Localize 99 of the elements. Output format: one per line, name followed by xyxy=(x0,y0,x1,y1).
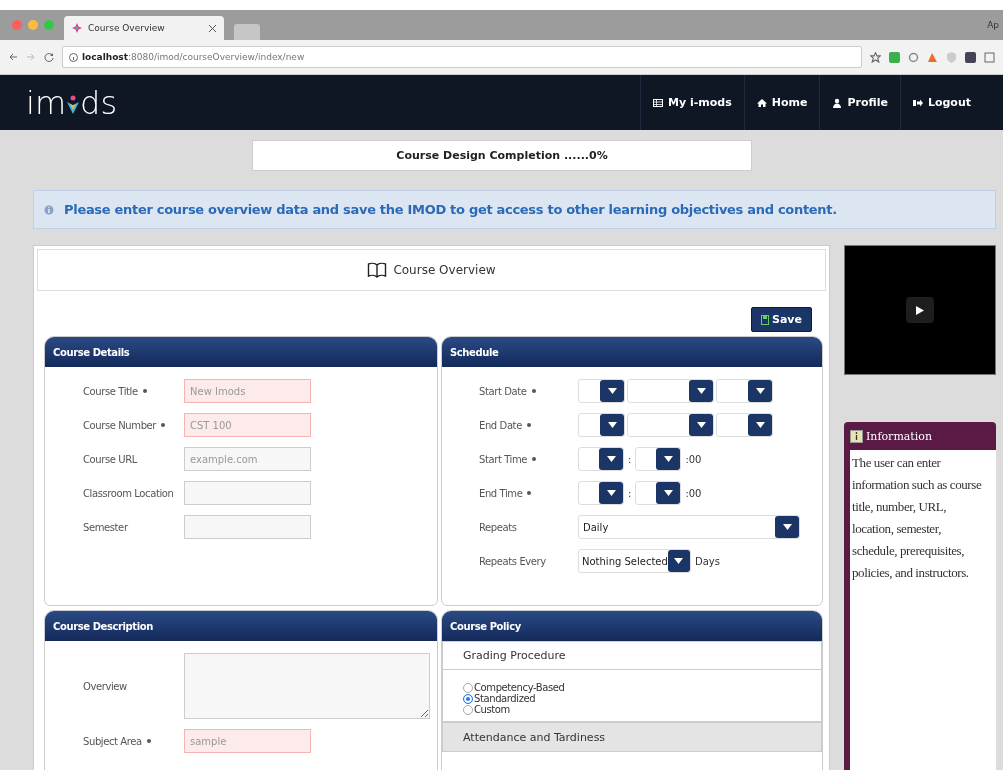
input-field[interactable]: sample xyxy=(184,729,311,753)
panel-title: Information xyxy=(866,429,933,443)
input-field[interactable]: New Imods xyxy=(184,379,311,403)
caret-icon xyxy=(606,456,616,462)
info-icon xyxy=(69,52,78,62)
required-mark-icon xyxy=(161,423,166,427)
select-field[interactable] xyxy=(578,481,624,505)
play-icon xyxy=(916,305,924,315)
accordion-header[interactable]: Attendance and Tardiness xyxy=(443,723,821,751)
field-label: Start Time xyxy=(479,453,578,465)
field-label: Start Date xyxy=(479,385,578,397)
select-field[interactable]: Daily xyxy=(578,515,800,539)
select-field[interactable]: Nothing Selected xyxy=(578,549,691,573)
field-label: Subject Area xyxy=(83,735,184,747)
section-header: Course Policy xyxy=(442,611,822,641)
progress-banner: Course Design Completion ......0% xyxy=(252,140,752,171)
field-label: Course URL xyxy=(83,453,139,465)
select-field[interactable] xyxy=(578,413,625,437)
input-field[interactable] xyxy=(184,515,311,539)
panel-title: Course Overview xyxy=(393,263,496,277)
separator-text: : xyxy=(627,453,633,465)
alert-text: Please enter course overview data and save the IMOD to get access to other learning objectives and content. xyxy=(64,202,837,217)
nav-link[interactable]: My i-mods xyxy=(640,75,744,130)
required-mark-icon xyxy=(531,389,536,393)
input-field[interactable]: example.com xyxy=(184,447,311,471)
information-text: The user can enter information such as course title, number, URL, location, semester, schedule, prerequisites, policies, and instructors. xyxy=(852,454,983,582)
nav-link[interactable]: Profile xyxy=(819,75,900,130)
caret-icon xyxy=(606,490,616,496)
info-icon xyxy=(850,429,863,443)
field-label: Semester xyxy=(83,521,129,533)
field-label: Repeats xyxy=(479,521,518,533)
field-label: Classroom Location xyxy=(83,487,175,499)
radio-option[interactable]: Custom xyxy=(463,704,801,715)
caret-icon xyxy=(755,388,765,394)
required-mark-icon xyxy=(527,491,532,495)
required-mark-icon xyxy=(146,739,151,743)
section-header: Course Details xyxy=(45,337,437,367)
select-field[interactable] xyxy=(716,413,773,437)
field-label: Repeats Every xyxy=(479,555,547,567)
corner-text: Ap xyxy=(987,20,1000,30)
logout-icon xyxy=(912,97,923,108)
save-button[interactable]: Save xyxy=(751,307,812,332)
back-icon[interactable] xyxy=(8,52,18,62)
field-label: End Date xyxy=(479,419,578,431)
input-field[interactable] xyxy=(184,481,311,505)
play-button[interactable] xyxy=(906,297,934,323)
required-mark-icon xyxy=(142,389,147,393)
field-label: Course Title xyxy=(83,385,184,397)
separator-text: : xyxy=(627,487,633,499)
caret-icon xyxy=(696,388,706,394)
caret-icon xyxy=(607,388,617,394)
field-label: Overview xyxy=(83,680,128,692)
close-icon[interactable] xyxy=(209,24,216,32)
field-label: Course Number xyxy=(83,419,184,431)
star-icon[interactable] xyxy=(870,51,881,63)
logo-text: im xyxy=(26,83,67,122)
suffix-text: :00 xyxy=(684,487,703,499)
select-field[interactable] xyxy=(635,481,682,505)
caret-icon xyxy=(696,422,706,428)
suffix-text: Days xyxy=(694,555,721,567)
floppy-icon xyxy=(761,314,769,325)
address-field[interactable]: localhost:8080/imod/courseOverview/index/new xyxy=(62,46,862,68)
book-icon xyxy=(367,262,388,278)
required-mark-icon xyxy=(532,457,537,461)
select-field[interactable] xyxy=(578,379,625,403)
table-icon xyxy=(653,97,664,108)
nav-link[interactable]: Logout xyxy=(899,75,983,130)
select-field[interactable] xyxy=(578,447,624,471)
select-field[interactable] xyxy=(627,379,714,403)
section-header: Course Description xyxy=(45,611,437,641)
caret-icon xyxy=(674,558,684,564)
section-header: Schedule xyxy=(442,337,822,367)
radio-option[interactable]: Competency-Based xyxy=(463,682,801,693)
browser-tab[interactable]: Course Overview xyxy=(64,16,224,40)
select-field[interactable] xyxy=(635,447,682,471)
caret-icon xyxy=(755,422,765,428)
caret-icon xyxy=(663,490,673,496)
select-field[interactable] xyxy=(627,413,714,437)
required-mark-icon xyxy=(526,423,531,427)
radio-option[interactable]: Standardized xyxy=(463,693,801,704)
extension-icon[interactable] xyxy=(965,51,976,63)
suffix-text: :00 xyxy=(684,453,703,465)
reload-icon[interactable] xyxy=(44,52,54,62)
input-field[interactable]: CST 100 xyxy=(184,413,311,437)
accordion-header[interactable]: Grading Procedure xyxy=(443,642,821,670)
select-value: Nothing Selected xyxy=(582,555,668,567)
caret-icon xyxy=(663,456,673,462)
logo-text: ds xyxy=(80,83,118,122)
select-value: Daily xyxy=(583,521,609,533)
select-field[interactable] xyxy=(716,379,773,403)
logo-icon xyxy=(72,23,82,33)
user-icon xyxy=(832,97,843,108)
home-icon xyxy=(756,97,767,108)
field-label: End Time xyxy=(479,487,578,499)
caret-icon xyxy=(607,422,617,428)
info-icon xyxy=(44,204,54,215)
caret-icon xyxy=(782,524,792,530)
video-player[interactable] xyxy=(844,245,996,375)
nav-link[interactable]: Home xyxy=(743,75,820,130)
